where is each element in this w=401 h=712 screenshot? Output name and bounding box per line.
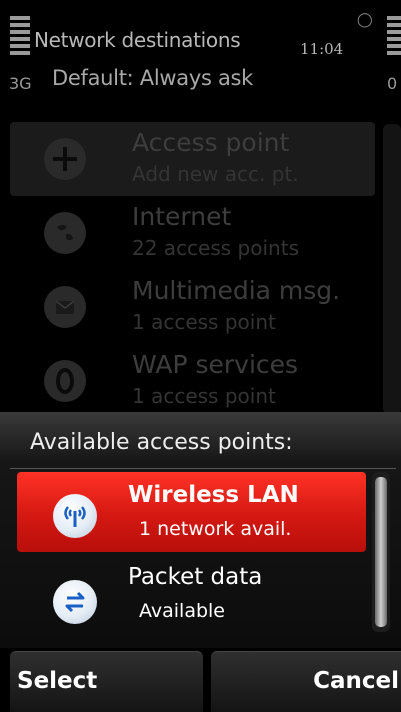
window-title: Network destinations <box>34 28 241 52</box>
list-item-subtitle: Add new acc. pt. <box>132 162 299 186</box>
list-item-multimedia: Multimedia msg. 1 access point <box>10 270 375 344</box>
background-scrollbar <box>383 124 401 414</box>
status-bar: Network destinations ◯ 11:04 3G Default:… <box>0 0 401 110</box>
wireless-lan-icon <box>53 494 97 538</box>
list-item-internet: Internet 22 access points <box>10 196 375 270</box>
list-item-title: Multimedia msg. <box>132 276 341 305</box>
access-point-title: Wireless LAN <box>128 482 299 508</box>
clock: 11:04 <box>300 40 344 58</box>
globe-icon <box>44 212 86 254</box>
popup-scrollbar[interactable] <box>372 472 390 632</box>
right-indicator: 0 <box>387 74 398 93</box>
alarm-icon: ◯ <box>357 12 373 28</box>
network-type-indicator: 3G <box>9 74 32 93</box>
list-item-title: WAP services <box>132 350 299 379</box>
access-point-status: 1 network avail. <box>139 518 292 540</box>
list-item-subtitle: 1 access point <box>132 310 276 334</box>
access-point-packet-data[interactable]: Packet data Available <box>17 558 366 638</box>
list-item-subtitle: 1 access point <box>132 384 276 408</box>
access-points-popup: Available access points: Wireless LAN 1 … <box>0 412 401 648</box>
access-point-icon <box>44 138 86 180</box>
mms-icon <box>44 286 86 328</box>
destinations-list: Access point Add new acc. pt. Internet 2… <box>10 122 375 418</box>
cancel-softkey[interactable]: Cancel <box>211 651 401 712</box>
popup-heading: Available access points: <box>30 430 293 455</box>
list-item-access-point: Access point Add new acc. pt. <box>10 122 375 196</box>
list-item-title: Access point <box>132 128 290 157</box>
signal-strength-icon <box>10 16 30 58</box>
scrollbar-thumb[interactable] <box>375 477 387 627</box>
access-point-status: Available <box>139 600 226 622</box>
softkey-label: Cancel <box>313 668 399 694</box>
access-point-title: Packet data <box>128 564 263 590</box>
list-item-wap: WAP services 1 access point <box>10 344 375 418</box>
select-softkey[interactable]: Select <box>10 651 203 712</box>
access-point-wireless-lan[interactable]: Wireless LAN 1 network avail. <box>17 472 366 552</box>
softkey-label: Select <box>17 668 98 694</box>
packet-data-icon <box>53 580 97 624</box>
battery-icon <box>387 16 401 58</box>
divider <box>10 468 396 469</box>
list-item-subtitle: 22 access points <box>132 236 299 260</box>
default-destination-label: Default: Always ask <box>52 66 254 90</box>
list-item-title: Internet <box>132 202 232 231</box>
wap-icon <box>44 360 86 402</box>
